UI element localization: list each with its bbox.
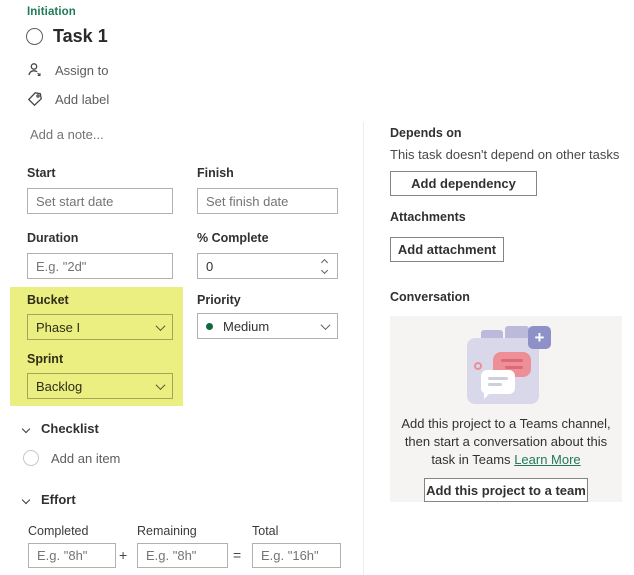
finish-date-input[interactable]: Set finish date: [197, 188, 338, 214]
spinner-down-icon[interactable]: [320, 266, 329, 274]
effort-title: Effort: [41, 492, 76, 507]
start-placeholder: Set start date: [36, 193, 114, 209]
checklist-item-circle[interactable]: [23, 450, 39, 466]
column-divider: [363, 122, 364, 575]
task-title: Task 1: [53, 26, 108, 46]
finish-placeholder: Set finish date: [206, 193, 289, 209]
add-project-to-team-button[interactable]: Add this project to a team: [424, 478, 588, 502]
duration-input[interactable]: E.g. "2d": [27, 253, 173, 279]
duration-placeholder: E.g. "2d": [36, 258, 87, 274]
total-input[interactable]: E.g. "16h": [252, 543, 341, 568]
conversation-description: Add this project to a Teams channel, the…: [398, 415, 614, 469]
tag-icon: [27, 91, 43, 107]
chat-bubble-icon: [481, 370, 515, 399]
duration-label: Duration: [27, 231, 79, 245]
bucket-value: Phase I: [36, 319, 81, 335]
person-add-icon: [27, 62, 43, 78]
priority-medium-dot-icon: [206, 322, 213, 330]
start-date-input[interactable]: Set start date: [27, 188, 173, 214]
priority-value: Medium: [223, 318, 270, 334]
learn-more-link[interactable]: Learn More: [514, 452, 580, 467]
add-label-label: Add label: [55, 91, 110, 107]
conversation-title: Conversation: [390, 290, 470, 304]
remaining-input[interactable]: E.g. "8h": [137, 543, 228, 568]
depends-on-empty-text: This task doesn't depend on other tasks: [390, 147, 620, 162]
remaining-placeholder: E.g. "8h": [146, 548, 197, 563]
chevron-down-icon: [155, 320, 166, 331]
chevron-down-icon: [320, 319, 331, 330]
number-spinner[interactable]: [320, 258, 329, 274]
add-item-label: Add an item: [51, 450, 121, 466]
chevron-down-icon: [155, 379, 166, 390]
checklist-section-header[interactable]: Checklist: [21, 421, 99, 436]
sprint-value: Backlog: [36, 378, 83, 394]
equals-operator: =: [233, 547, 242, 563]
plus-badge-icon: +: [528, 326, 551, 349]
task-title-row: Task 1: [26, 26, 108, 47]
conversation-panel: + Add this project to a Teams channel, t…: [390, 316, 622, 502]
checklist-title: Checklist: [41, 421, 99, 436]
phase-label: Initiation: [27, 6, 76, 18]
percent-complete-input[interactable]: 0: [197, 253, 338, 279]
note-input[interactable]: Add a note...: [30, 127, 104, 142]
add-dependency-button[interactable]: Add dependency: [390, 171, 537, 196]
effort-section-header[interactable]: Effort: [21, 492, 76, 507]
completed-input[interactable]: E.g. "8h": [28, 543, 116, 568]
sprint-dropdown[interactable]: Backlog: [27, 373, 173, 399]
plus-operator: +: [119, 547, 128, 563]
depends-on-title: Depends on: [390, 126, 462, 140]
priority-dropdown[interactable]: Medium: [197, 313, 338, 339]
remaining-label: Remaining: [137, 524, 197, 538]
checklist-add-item[interactable]: Add an item: [23, 450, 120, 466]
finish-label: Finish: [197, 166, 234, 180]
collapse-chevron-icon[interactable]: [21, 495, 31, 504]
teams-folder-illustration: +: [461, 326, 551, 407]
attachments-title: Attachments: [390, 210, 466, 224]
assign-to-label: Assign to: [55, 62, 109, 78]
start-label: Start: [27, 166, 56, 180]
completed-placeholder: E.g. "8h": [37, 548, 88, 563]
add-label-button[interactable]: Add label: [27, 91, 109, 107]
sprint-label: Sprint: [27, 352, 64, 366]
percent-complete-label: % Complete: [197, 231, 269, 245]
total-placeholder: E.g. "16h": [261, 548, 319, 563]
total-label: Total: [252, 524, 279, 538]
add-attachment-button[interactable]: Add attachment: [390, 237, 504, 262]
spinner-up-icon[interactable]: [320, 258, 329, 266]
percent-complete-value: 0: [206, 258, 214, 274]
completed-label: Completed: [28, 524, 89, 538]
small-circle-icon: [474, 362, 482, 370]
bucket-label: Bucket: [27, 293, 69, 307]
priority-label: Priority: [197, 293, 241, 307]
bucket-dropdown[interactable]: Phase I: [27, 314, 173, 340]
task-complete-circle[interactable]: [26, 28, 43, 45]
assign-to-button[interactable]: Assign to: [27, 62, 108, 78]
collapse-chevron-icon[interactable]: [21, 424, 31, 433]
